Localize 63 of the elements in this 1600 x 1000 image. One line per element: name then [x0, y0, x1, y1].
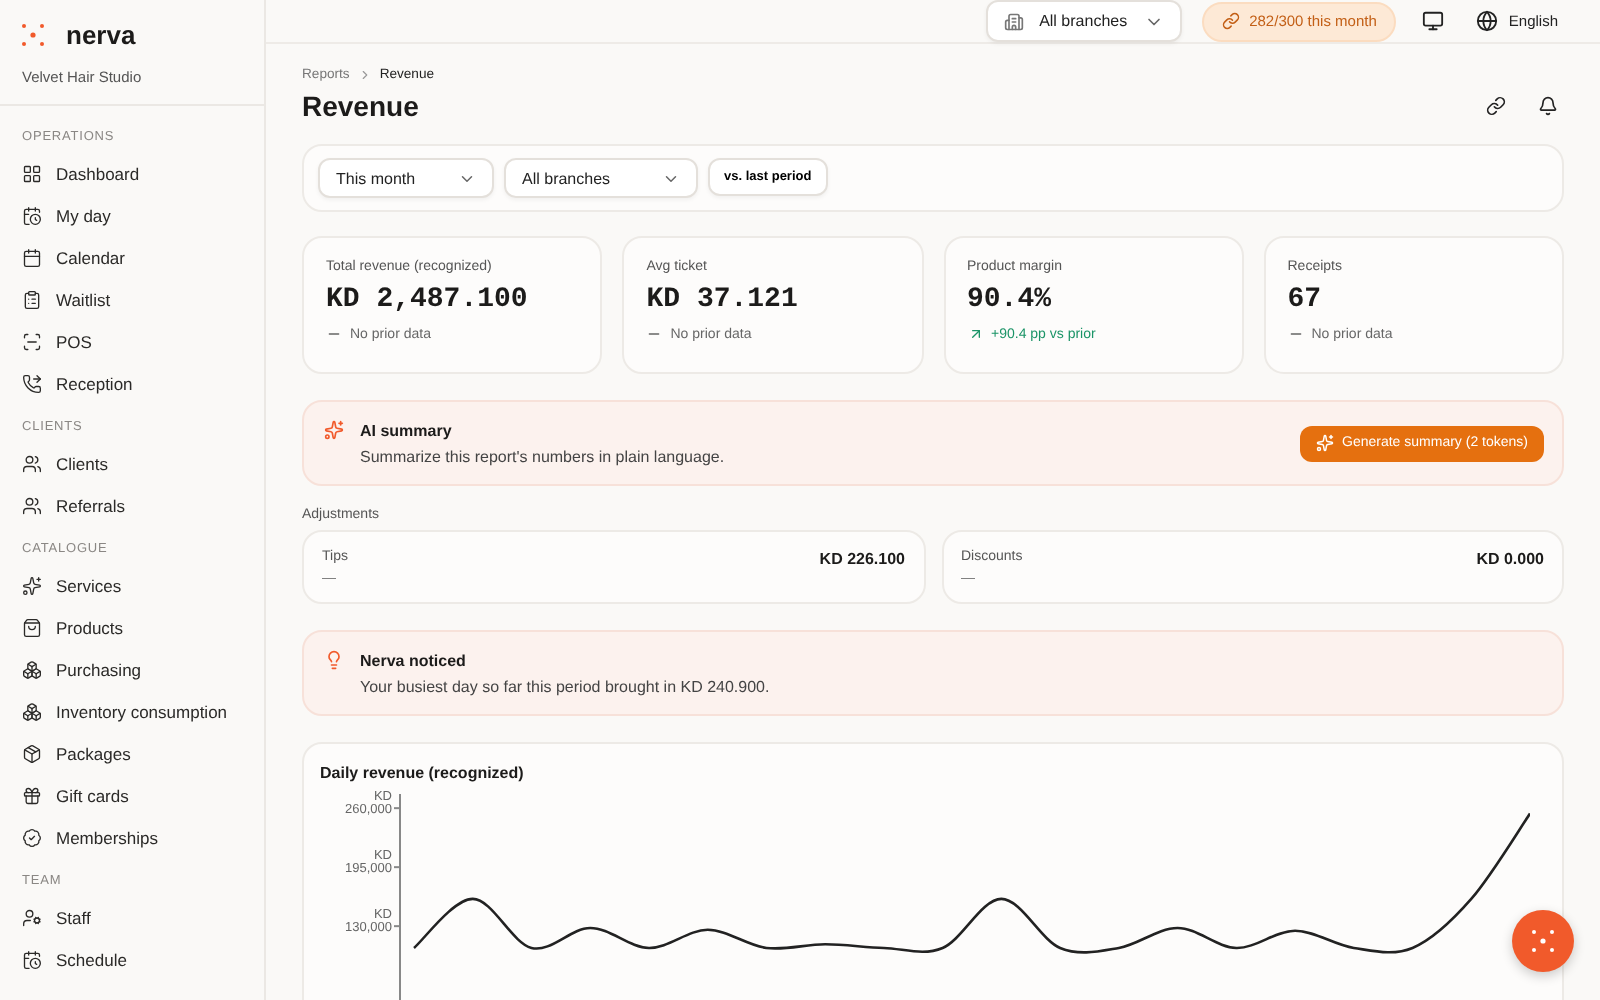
chevron-right-icon [357, 68, 372, 82]
nav-item[interactable]: Gift cards [12, 774, 252, 816]
users-icon [22, 495, 42, 515]
nav-item[interactable]: Services [12, 564, 252, 606]
card-text: Your busiest day so far this period brought in KD 240.900. [360, 678, 772, 696]
lightbulb-icon [324, 650, 344, 670]
scan-icon [22, 331, 42, 351]
arrow-up-right-icon [967, 326, 983, 342]
sparkles-icon [22, 575, 42, 595]
nav-item[interactable]: Packages [12, 732, 252, 774]
nav-item[interactable]: Reception [12, 362, 252, 404]
nav-item[interactable]: POS [12, 320, 252, 362]
card-title: AI summary [360, 421, 452, 439]
link-icon [1486, 96, 1506, 116]
clipboard-icon [22, 289, 42, 309]
card-title: Nerva noticed [360, 651, 466, 669]
adjustment-value: KD 226.100 [819, 550, 905, 572]
nav-item[interactable]: Purchasing [12, 648, 252, 690]
nav-item[interactable]: Dashboard [12, 152, 252, 194]
grid-icon [22, 163, 42, 183]
calendar-icon [22, 247, 42, 267]
kpi-value: KD 37.121 [646, 284, 800, 316]
chart-title: Daily revenue (recognized) [320, 764, 526, 782]
nav-item[interactable]: Waitlist [12, 278, 252, 320]
badge-icon [22, 827, 42, 847]
nav-item[interactable]: Calendar [12, 236, 252, 278]
building-icon [1003, 11, 1024, 31]
sparkles-icon [324, 420, 344, 440]
nav-item[interactable]: Referrals [12, 484, 252, 526]
branch-filter-select[interactable]: All branches [504, 158, 698, 198]
nav-item[interactable]: Schedule [12, 938, 252, 980]
calendar-clock-icon [22, 205, 42, 225]
kpi-value: 90.4% [967, 284, 1054, 316]
card-text: Summarize this report's numbers in plain language. [360, 448, 725, 466]
nav-item[interactable]: Staff [12, 896, 252, 938]
gift-icon [22, 785, 42, 805]
globe-icon [1476, 10, 1499, 32]
nav-item[interactable]: Inventory consumption [12, 690, 252, 732]
logo-icon [1531, 929, 1555, 953]
adjustment-value: KD 0.000 [1476, 550, 1544, 572]
user-gear-icon [22, 907, 42, 927]
calendar-clock-icon [22, 949, 42, 969]
bag-icon [22, 617, 42, 637]
page-title: Revenue [302, 90, 419, 122]
link-icon [1221, 12, 1240, 30]
sparkles-icon [1316, 434, 1335, 452]
package-icon [22, 743, 42, 763]
kpi-value: KD 2,487.100 [326, 284, 530, 316]
nav-item[interactable]: Products [12, 606, 252, 648]
boxes-icon [22, 701, 42, 721]
period-select[interactable]: This month [318, 158, 494, 198]
users-icon [22, 453, 42, 473]
monitor-icon [1422, 10, 1445, 32]
logo-icon [22, 23, 46, 47]
boxes-icon [22, 659, 42, 679]
kpi-value: 67 [1287, 284, 1324, 316]
phone-icon [22, 373, 42, 393]
branch-select[interactable]: All branches [985, 0, 1182, 42]
brand-name: nerva [66, 20, 136, 50]
bell-icon [1538, 96, 1558, 116]
nav-item[interactable]: My day [12, 194, 252, 236]
nav-item[interactable]: Clients [12, 442, 252, 484]
nav-item[interactable]: Memberships [12, 816, 252, 858]
